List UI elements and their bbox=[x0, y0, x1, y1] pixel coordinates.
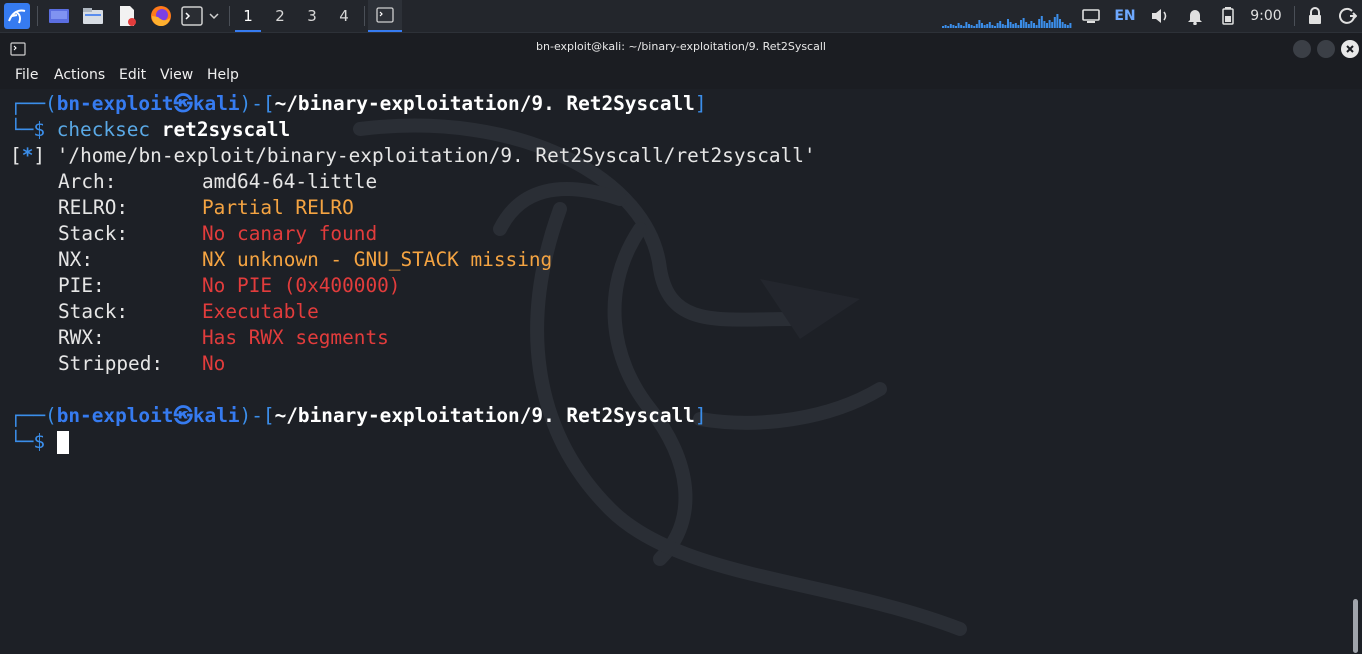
checksec-row: Stack: No canary found bbox=[10, 221, 377, 247]
prompt-frame: ┌──( bbox=[10, 92, 57, 115]
workspace-2[interactable]: 2 bbox=[265, 0, 295, 32]
clock[interactable]: 9:00 bbox=[1243, 0, 1289, 32]
prompt-cwd: ~/binary-exploitation/9. Ret2Syscall bbox=[274, 92, 695, 115]
terminal-scrollbar[interactable] bbox=[1350, 89, 1362, 654]
prompt-host: kali bbox=[192, 404, 240, 427]
menu-help[interactable]: Help bbox=[207, 67, 239, 83]
checksec-value: Partial RELRO bbox=[202, 196, 354, 219]
command-name: checksec bbox=[56, 118, 151, 141]
checksec-row: Arch: amd64-64-little bbox=[10, 169, 377, 195]
input-line[interactable]: └─$ bbox=[10, 429, 69, 455]
menu-view[interactable]: View bbox=[160, 67, 193, 83]
command-argument: ret2syscall bbox=[161, 118, 291, 141]
terminal-icon[interactable] bbox=[180, 0, 204, 32]
prompt-dollar: └─$ bbox=[10, 430, 57, 453]
prompt-line-1: ┌──(bn-exploit㉿kali)-[~/binary-exploitat… bbox=[10, 91, 707, 117]
prompt-cwd: ~/binary-exploitation/9. Ret2Syscall bbox=[274, 404, 695, 427]
battery-icon[interactable] bbox=[1218, 0, 1238, 32]
screen-icon[interactable] bbox=[1080, 0, 1102, 32]
command-line: └─$ checksec ret2syscall bbox=[10, 117, 290, 143]
checksec-value: No canary found bbox=[202, 222, 378, 245]
prompt-frame: ] bbox=[694, 404, 707, 427]
menubar: File Actions Edit View Help bbox=[0, 63, 1362, 89]
prompt-line-2: ┌──(bn-exploit㉿kali)-[~/binary-exploitat… bbox=[10, 403, 707, 429]
checksec-label: Stack: bbox=[58, 222, 129, 245]
language-indicator[interactable]: EN bbox=[1110, 0, 1140, 32]
workspace-4[interactable]: 4 bbox=[329, 0, 359, 32]
minimize-button[interactable] bbox=[1293, 40, 1311, 58]
maximize-button[interactable] bbox=[1317, 40, 1335, 58]
checksec-label: NX: bbox=[58, 248, 94, 271]
text-cursor bbox=[56, 431, 69, 454]
checksec-label: PIE: bbox=[58, 274, 105, 297]
text-editor-icon[interactable] bbox=[114, 0, 140, 32]
file-line: [*] '/home/bn-exploit/binary-exploitatio… bbox=[10, 144, 816, 167]
top-panel: 1 2 3 4 EN 9:00 bbox=[0, 0, 1362, 33]
prompt-at-symbol: ㉿ bbox=[173, 92, 193, 115]
logout-icon[interactable] bbox=[1336, 0, 1360, 32]
checksec-value: No bbox=[202, 352, 226, 375]
prompt-frame: )-[ bbox=[239, 404, 275, 427]
terminal-window-icon[interactable] bbox=[368, 0, 402, 32]
firefox-icon[interactable] bbox=[148, 0, 174, 32]
workspace-3[interactable]: 3 bbox=[297, 0, 327, 32]
prompt-dollar: └─$ bbox=[10, 118, 57, 141]
checksec-value: amd64-64-little bbox=[202, 170, 378, 193]
menu-edit[interactable]: Edit bbox=[119, 67, 146, 83]
notification-bell-icon[interactable] bbox=[1183, 0, 1207, 32]
close-button[interactable] bbox=[1341, 40, 1359, 58]
checksec-label: RELRO: bbox=[58, 196, 129, 219]
checksec-label: Stripped: bbox=[58, 352, 164, 375]
kali-menu-icon[interactable] bbox=[2, 0, 32, 32]
cpu-graph-icon bbox=[942, 0, 1072, 32]
checksec-value: Executable bbox=[202, 300, 319, 323]
workspace-1[interactable]: 1 bbox=[233, 0, 263, 32]
checksec-value: Has RWX segments bbox=[202, 326, 389, 349]
checksec-row: NX: NX unknown - GNU_STACK missing bbox=[10, 247, 552, 273]
checksec-row: Stripped: No bbox=[10, 351, 225, 377]
dropdown-chevron-icon[interactable] bbox=[206, 0, 222, 32]
checksec-row: PIE: No PIE (0x400000) bbox=[10, 273, 400, 299]
checked-file-path: '/home/bn-exploit/binary-exploitation/9.… bbox=[56, 144, 816, 167]
lock-icon[interactable] bbox=[1303, 0, 1327, 32]
files-icon[interactable] bbox=[80, 0, 106, 32]
menu-file[interactable]: File bbox=[15, 67, 38, 83]
terminal-area[interactable]: ┌──(bn-exploit㉿kali)-[~/binary-exploitat… bbox=[0, 89, 1350, 654]
checksec-row: RELRO: Partial RELRO bbox=[10, 195, 354, 221]
checksec-label: Arch: bbox=[58, 170, 117, 193]
prompt-user: bn-exploit bbox=[56, 404, 174, 427]
prompt-frame: )-[ bbox=[239, 92, 275, 115]
prompt-frame: ] bbox=[694, 92, 707, 115]
checksec-row: RWX: Has RWX segments bbox=[10, 325, 389, 351]
checksec-label: Stack: bbox=[58, 300, 129, 323]
checksec-value: NX unknown - GNU_STACK missing bbox=[202, 248, 553, 271]
prompt-frame: ┌──( bbox=[10, 404, 57, 427]
checksec-value: No PIE (0x400000) bbox=[202, 274, 401, 297]
checksec-row: Stack: Executable bbox=[10, 299, 319, 325]
prompt-host: kali bbox=[192, 92, 240, 115]
window-titlebar[interactable]: bn-exploit@kali: ~/binary-exploitation/9… bbox=[0, 33, 1362, 63]
window-title: bn-exploit@kali: ~/binary-exploitation/9… bbox=[536, 40, 826, 53]
scrollbar-thumb[interactable] bbox=[1353, 599, 1358, 653]
menu-actions[interactable]: Actions bbox=[54, 67, 105, 83]
prompt-at-symbol: ㉿ bbox=[173, 404, 193, 427]
checksec-label: RWX: bbox=[58, 326, 105, 349]
desktop-icon[interactable] bbox=[46, 0, 72, 32]
prompt-user: bn-exploit bbox=[56, 92, 174, 115]
volume-icon[interactable] bbox=[1148, 0, 1172, 32]
